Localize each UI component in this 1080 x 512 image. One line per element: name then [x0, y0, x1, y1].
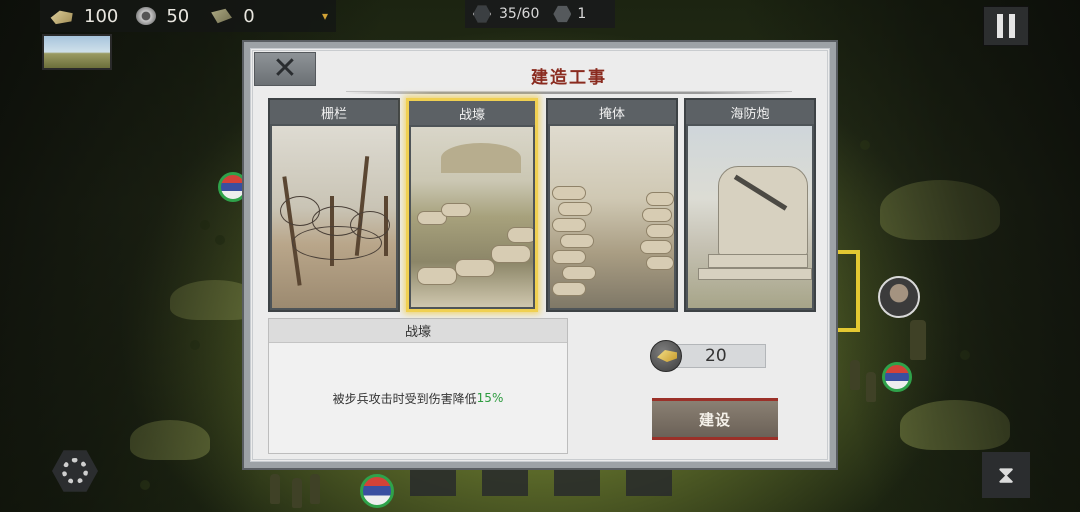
resource-gold: 100: [48, 6, 118, 27]
option-label: 掩体: [548, 100, 676, 124]
soldier-unit[interactable]: [850, 360, 860, 390]
sandbag: [441, 203, 471, 217]
soldier-unit[interactable]: [292, 478, 302, 508]
option-description-panel: 战壕 被步兵攻击时受到伤害降低 15%: [268, 318, 568, 454]
steel-value: 50: [166, 5, 190, 27]
minimap-thumbnail[interactable]: [42, 34, 112, 70]
close-button[interactable]: ✕: [254, 52, 316, 86]
army-status: 35/60 1: [465, 0, 615, 28]
gold-bars-icon: [50, 10, 73, 25]
dialog-title-bar: 建造工事: [346, 60, 792, 94]
barbed-wire: [292, 226, 382, 260]
soldier-hex-icon: [473, 5, 491, 23]
cost-value: 20: [676, 344, 766, 368]
dialog-title: 建造工事: [531, 68, 607, 88]
soldier-unit[interactable]: [270, 474, 280, 504]
flag-hex-icon: [553, 5, 572, 23]
cards-icon: [211, 8, 232, 24]
bunker-steps: [698, 268, 812, 280]
general-portrait[interactable]: [878, 276, 920, 318]
pause-icon-bar: [997, 14, 1003, 38]
sandbag: [640, 240, 672, 254]
option-card-fence[interactable]: 栅栏: [268, 98, 400, 312]
sandbag: [552, 218, 586, 232]
pause-button[interactable]: [983, 6, 1029, 46]
close-icon: ✕: [272, 51, 298, 86]
end-turn-button[interactable]: ⧗: [982, 452, 1030, 498]
build-button[interactable]: 建设: [652, 398, 778, 440]
sandbag: [646, 256, 674, 270]
cards-value: 0: [243, 5, 255, 27]
description-value: 15%: [476, 391, 504, 405]
sandbag: [507, 227, 533, 243]
soldier-unit[interactable]: [310, 474, 320, 504]
option-label: 栅栏: [270, 100, 398, 124]
sandbag: [646, 192, 674, 206]
fence-post: [282, 176, 302, 286]
steel-icon: [136, 7, 157, 25]
gear-icon: [62, 458, 88, 484]
trench-image: [411, 127, 533, 307]
build-cost: 20: [650, 340, 770, 372]
sandbag: [642, 208, 672, 222]
distant-hill: [441, 143, 521, 173]
option-label: 战壕: [409, 101, 535, 125]
hourglass-icon: ⧗: [997, 461, 1015, 489]
chevron-down-icon[interactable]: ▾: [322, 9, 328, 23]
build-fortification-dialog: ✕ 建造工事 栅栏 战壕 掩体 海防炮 战壕 被步兵攻击时受到伤害降低 15% …: [242, 40, 838, 470]
sandbag: [491, 245, 531, 263]
selection-bracket: [838, 250, 860, 332]
sandbag: [552, 250, 586, 264]
gun-bunker: [718, 166, 808, 256]
resource-steel: 50: [136, 6, 189, 27]
option-label: 海防炮: [686, 100, 814, 124]
sandbag: [552, 282, 586, 296]
option-card-coastal-gun[interactable]: 海防炮: [684, 98, 816, 312]
fence-image: [272, 126, 396, 308]
flag-count: 1: [577, 6, 587, 22]
resource-cards: 0: [207, 5, 255, 27]
coastal-gun-image: [688, 126, 812, 308]
sandbag: [455, 259, 495, 277]
sandbag: [552, 186, 586, 200]
sandbag: [646, 224, 674, 238]
unit-badge[interactable]: [360, 474, 394, 508]
sandbag: [558, 202, 592, 216]
bunker-steps: [708, 254, 808, 268]
option-card-bunker[interactable]: 掩体: [546, 98, 678, 312]
bunker-image: [550, 126, 674, 308]
resource-bar: 100 50 0 ▾: [40, 0, 336, 32]
sandbag: [562, 266, 596, 280]
unit-count: 35/60: [499, 6, 540, 22]
option-card-trench[interactable]: 战壕: [406, 98, 538, 312]
soldier-unit[interactable]: [866, 372, 876, 402]
sandbag: [417, 267, 457, 285]
build-button-label: 建设: [698, 410, 731, 429]
unit-badge[interactable]: [882, 362, 912, 392]
description-prefix: 被步兵攻击时受到伤害降低: [332, 391, 477, 406]
gold-value: 100: [84, 5, 119, 27]
sandbag: [560, 234, 594, 248]
pause-icon-bar: [1009, 14, 1015, 38]
cavalry-unit[interactable]: [910, 320, 926, 360]
gold-bars-icon: [650, 340, 682, 372]
description-text: 被步兵攻击时受到伤害降低 15%: [269, 343, 567, 453]
fortification-options: 栅栏 战壕 掩体 海防炮: [268, 98, 820, 312]
description-title: 战壕: [269, 319, 567, 343]
